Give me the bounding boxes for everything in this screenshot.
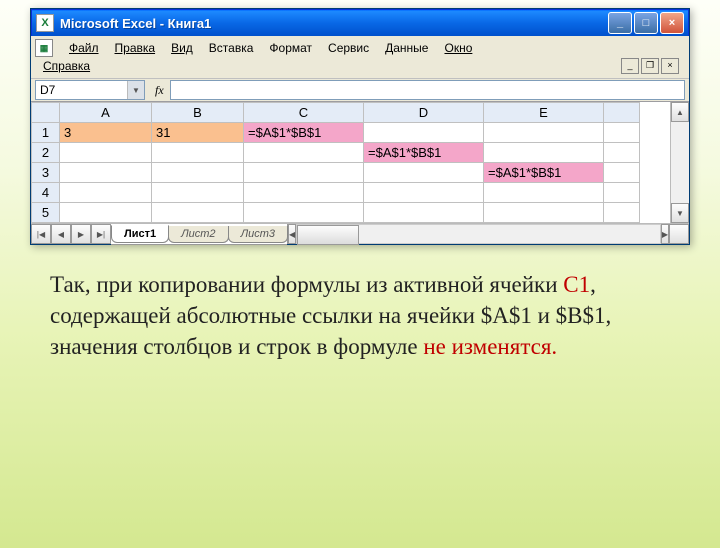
window-title: Microsoft Excel - Книга1 (60, 16, 608, 31)
explain-emphasis: не изменятся. (423, 334, 557, 359)
spreadsheet-grid[interactable]: A B C D E 1 3 31 =$A$1*$B$1 (31, 102, 640, 223)
scrollbar-corner (669, 224, 689, 244)
cell-B5[interactable] (152, 203, 244, 223)
col-header-E[interactable]: E (484, 103, 604, 123)
row-header-2[interactable]: 2 (32, 143, 60, 163)
cell-F4[interactable] (604, 183, 640, 203)
cell-F5[interactable] (604, 203, 640, 223)
cell-C4[interactable] (244, 183, 364, 203)
cell-B2[interactable] (152, 143, 244, 163)
cell-A1[interactable]: 3 (60, 123, 152, 143)
bottom-bar: |◀ ◀ ▶ ▶| Лист1 Лист2 Лист3 ◀ ▶ (31, 223, 689, 244)
formula-bar: D7 ▼ fx (31, 79, 689, 102)
cell-E3[interactable]: =$A$1*$B$1 (484, 163, 604, 183)
cell-A4[interactable] (60, 183, 152, 203)
menubar: ▦ Файл Правка Вид Вставка Формат Сервис … (31, 36, 689, 79)
row-header-4[interactable]: 4 (32, 183, 60, 203)
cell-A2[interactable] (60, 143, 152, 163)
doc-restore-button[interactable]: ❐ (641, 58, 659, 74)
fx-icon[interactable]: fx (155, 83, 164, 98)
row-header-5[interactable]: 5 (32, 203, 60, 223)
scroll-thumb-h[interactable] (297, 225, 359, 245)
sheet-tab-3[interactable]: Лист3 (228, 226, 288, 243)
doc-minimize-button[interactable]: _ (621, 58, 639, 74)
maximize-button[interactable]: □ (634, 12, 658, 34)
col-header-C[interactable]: C (244, 103, 364, 123)
sheet-nav-buttons: |◀ ◀ ▶ ▶| (31, 224, 111, 244)
cell-B3[interactable] (152, 163, 244, 183)
excel-window: X Microsoft Excel - Книга1 _ □ × ▦ Файл … (30, 8, 690, 245)
workbook-icon[interactable]: ▦ (35, 39, 53, 57)
scroll-up-button[interactable]: ▲ (671, 102, 689, 122)
sheet-tabs: Лист1 Лист2 Лист3 (111, 224, 287, 245)
name-box-value: D7 (40, 83, 55, 97)
explain-cell-ref: С1 (563, 272, 590, 297)
cell-E2[interactable] (484, 143, 604, 163)
select-all-corner[interactable] (32, 103, 60, 123)
menu-insert[interactable]: Вставка (201, 39, 262, 57)
menu-file[interactable]: Файл (61, 39, 107, 57)
menu-help[interactable]: Справка (35, 57, 98, 75)
minimize-button[interactable]: _ (608, 12, 632, 34)
window-buttons: _ □ × (608, 12, 684, 34)
cell-D5[interactable] (364, 203, 484, 223)
scroll-right-button[interactable]: ▶ (661, 224, 669, 244)
name-box-dropdown-icon[interactable]: ▼ (127, 81, 144, 99)
cell-D3[interactable] (364, 163, 484, 183)
menu-edit[interactable]: Правка (107, 39, 164, 57)
cell-A3[interactable] (60, 163, 152, 183)
menu-window[interactable]: Окно (436, 39, 480, 57)
vertical-scrollbar[interactable]: ▲ ▼ (670, 102, 689, 223)
formula-input[interactable] (170, 80, 685, 100)
grid-area: A B C D E 1 3 31 =$A$1*$B$1 (31, 102, 689, 244)
cell-B4[interactable] (152, 183, 244, 203)
prev-sheet-button[interactable]: ◀ (51, 224, 71, 244)
cell-C1[interactable]: =$A$1*$B$1 (244, 123, 364, 143)
row-header-1[interactable]: 1 (32, 123, 60, 143)
doc-close-button[interactable]: × (661, 58, 679, 74)
cell-E4[interactable] (484, 183, 604, 203)
cell-F1[interactable] (604, 123, 640, 143)
cell-F3[interactable] (604, 163, 640, 183)
cell-D4[interactable] (364, 183, 484, 203)
sheet-tab-2[interactable]: Лист2 (168, 226, 228, 243)
first-sheet-button[interactable]: |◀ (31, 224, 51, 244)
cell-D1[interactable] (364, 123, 484, 143)
excel-icon: X (36, 14, 54, 32)
col-header-D[interactable]: D (364, 103, 484, 123)
cell-A5[interactable] (60, 203, 152, 223)
col-header-A[interactable]: A (60, 103, 152, 123)
cell-C2[interactable] (244, 143, 364, 163)
menu-format[interactable]: Формат (261, 39, 320, 57)
cell-F2[interactable] (604, 143, 640, 163)
col-header-B[interactable]: B (152, 103, 244, 123)
cell-B1[interactable]: 31 (152, 123, 244, 143)
menu-data[interactable]: Данные (377, 39, 436, 57)
menu-service[interactable]: Сервис (320, 39, 377, 57)
explanation-text: Так, при копировании формулы из активной… (50, 269, 670, 362)
sheet-tab-1[interactable]: Лист1 (111, 225, 169, 243)
cell-C5[interactable] (244, 203, 364, 223)
scroll-left-button[interactable]: ◀ (288, 224, 296, 244)
scroll-track-h[interactable] (296, 224, 661, 244)
cell-C3[interactable] (244, 163, 364, 183)
cell-E5[interactable] (484, 203, 604, 223)
col-header-extra[interactable] (604, 103, 640, 123)
menu-view[interactable]: Вид (163, 39, 201, 57)
scroll-down-button[interactable]: ▼ (671, 203, 689, 223)
explain-part1: Так, при копировании формулы из активной… (50, 272, 563, 297)
horizontal-scrollbar[interactable]: ◀ ▶ (287, 224, 669, 244)
scroll-track-v[interactable] (671, 122, 689, 203)
last-sheet-button[interactable]: ▶| (91, 224, 111, 244)
cell-E1[interactable] (484, 123, 604, 143)
close-button[interactable]: × (660, 12, 684, 34)
name-box[interactable]: D7 ▼ (35, 80, 145, 100)
cell-D2[interactable]: =$A$1*$B$1 (364, 143, 484, 163)
next-sheet-button[interactable]: ▶ (71, 224, 91, 244)
titlebar[interactable]: X Microsoft Excel - Книга1 _ □ × (31, 9, 689, 36)
row-header-3[interactable]: 3 (32, 163, 60, 183)
